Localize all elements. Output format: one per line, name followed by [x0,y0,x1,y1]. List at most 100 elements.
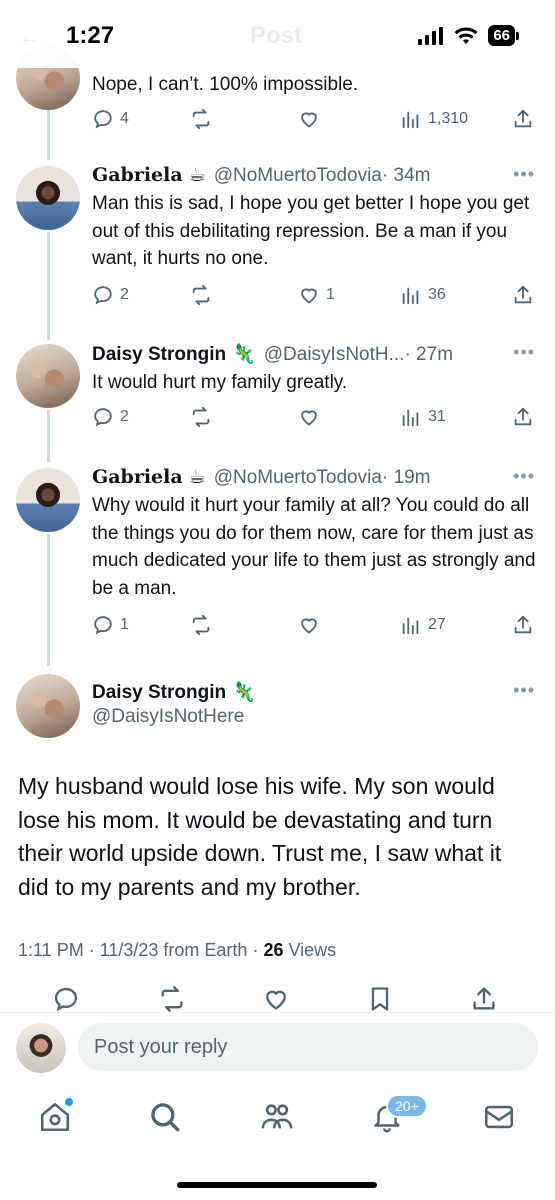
tweet-text: It would hurt my family greatly. [92,372,348,393]
more-options-icon[interactable]: ••• [513,466,535,487]
views-count: 36 [428,286,446,303]
reply-count: 1 [120,616,129,633]
reply-button[interactable]: 1 [92,612,129,638]
display-name[interactable]: Daisy Strongin [92,682,226,704]
share-button[interactable] [512,612,534,638]
share-icon [514,615,532,634]
display-name[interactable]: Gabriela [92,466,183,488]
reply-button[interactable]: 4 [92,106,129,132]
tab-home[interactable] [38,1098,74,1136]
tweet[interactable]: Gabriela ☕ @NoMuertoTodovia · 19m ••• Wh… [0,462,555,652]
handle[interactable]: @DaisyIsNotHere [92,706,539,728]
wifi-icon [454,27,478,44]
notifications-badge: 20+ [386,1094,428,1118]
heart-icon [301,618,317,634]
views-button[interactable]: 27 [400,612,446,638]
timestamp: 1:11 PM · 11/3/23 from Earth · [18,940,264,960]
like-button[interactable] [298,404,320,430]
share-button[interactable] [512,106,534,132]
views-count: 27 [428,616,446,633]
views-count[interactable]: 26 [263,940,283,960]
status-bar: ← Post 1:27 66 [0,0,555,68]
communities-icon [261,1104,293,1129]
avatar[interactable] [16,468,80,532]
avatar[interactable] [16,166,80,230]
share-button[interactable] [512,404,534,430]
more-options-icon[interactable]: ••• [513,680,535,701]
tweet[interactable]: Daisy Strongin 🦎 @DaisyIsNotH... · 27m •… [0,338,555,438]
tweet-text: Man this is sad, I hope you get better I… [92,193,530,269]
clock: 1:27 [66,22,115,49]
handle[interactable]: @NoMuertoTodovia [214,165,382,187]
like-count: 1 [326,286,335,303]
reply-count: 2 [120,408,129,425]
reply-icon [94,408,112,427]
share-icon [514,407,532,426]
reply-button[interactable] [52,986,80,1012]
back-arrow-icon[interactable]: ← [18,24,40,50]
retweet-button[interactable] [190,282,212,308]
heart-icon [301,410,317,426]
reply-input[interactable]: Post your reply [78,1023,538,1071]
share-icon [473,987,495,1010]
share-icon [514,109,532,128]
share-button[interactable] [512,282,534,308]
timestamp: · 27m [404,344,454,365]
home-unread-dot [65,1098,73,1106]
name-emoji: 🦎 [232,344,256,365]
like-button[interactable] [298,106,320,132]
tweet-text: Nope, I can’t. 100% impossible. [92,74,359,95]
retweet-button[interactable] [190,106,212,132]
avatar[interactable] [16,344,80,408]
tab-communities[interactable] [260,1100,296,1136]
reply-icon [54,987,78,1012]
tweet-actions: 4 1,310 [92,106,539,132]
views-icon [402,287,419,305]
reply-button[interactable]: 2 [92,282,129,308]
views-count: 1,310 [428,110,469,127]
reply-button[interactable]: 2 [92,404,129,430]
bookmark-button[interactable] [366,986,394,1012]
heart-icon [301,288,317,304]
search-icon [151,1103,180,1132]
signal-icon [418,26,444,45]
bookmark-icon [371,987,389,1011]
tweet-actions: 2 1 36 [92,282,539,308]
my-avatar[interactable] [16,1023,66,1073]
tweet-text: My husband would lose his wife. My son w… [18,773,502,900]
like-button[interactable] [298,612,320,638]
reply-count: 4 [120,110,129,127]
views-count: 31 [428,408,446,425]
heart-icon [301,112,317,128]
views-button[interactable]: 1,310 [400,106,468,132]
more-options-icon[interactable]: ••• [513,342,535,363]
reply-icon [94,110,112,129]
tab-messages[interactable] [482,1100,518,1136]
share-button[interactable] [470,986,498,1012]
handle[interactable]: @DaisyIsNotH... [264,344,405,366]
retweet-button[interactable] [158,986,186,1012]
views-button[interactable]: 36 [400,282,446,308]
name-emoji: ☕ [188,467,206,488]
like-button[interactable] [262,986,290,1012]
main-tweet-actions [0,986,555,1012]
tweet-meta: 1:11 PM · 11/3/23 from Earth · 26 Views [18,940,336,961]
retweet-button[interactable] [190,612,212,638]
display-name[interactable]: Gabriela [92,164,183,186]
retweet-icon [192,406,210,428]
timestamp: · 34m [381,165,431,186]
name-emoji: 🦎 [232,682,256,703]
home-indicator [177,1182,377,1188]
timestamp: · 19m [381,467,431,488]
tab-search[interactable] [148,1100,184,1136]
name-emoji: ☕ [188,165,206,186]
tweet[interactable]: Gabriela ☕ @NoMuertoTodovia · 34m ••• Ma… [0,160,555,320]
header-title: Post [250,22,303,49]
handle[interactable]: @NoMuertoTodovia [214,467,382,489]
like-button[interactable]: 1 [298,282,335,308]
retweet-button[interactable] [190,404,212,430]
more-options-icon[interactable]: ••• [513,164,535,185]
avatar[interactable] [16,674,80,738]
display-name[interactable]: Daisy Strongin [92,344,226,366]
views-button[interactable]: 31 [400,404,446,430]
